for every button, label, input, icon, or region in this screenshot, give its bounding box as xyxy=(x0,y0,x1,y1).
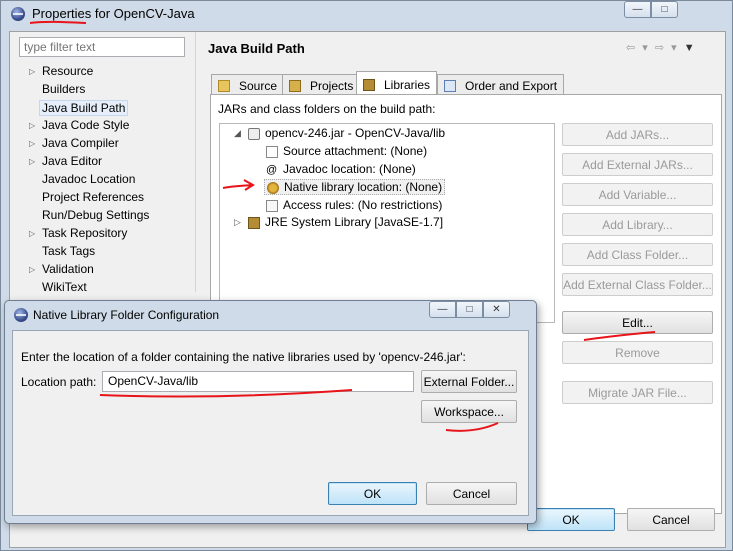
window-title-prefix: Properties xyxy=(32,6,92,21)
project-icon xyxy=(289,79,301,92)
jar-entry[interactable]: opencv-246.jar - OpenCV-Java/lib xyxy=(248,126,445,140)
expand-arrow-icon[interactable]: ▷ xyxy=(29,139,35,148)
dialog-ok-button[interactable]: OK xyxy=(328,482,417,505)
sidebar-item-task-tags[interactable]: Task Tags xyxy=(42,244,95,258)
sidebar-item-java-compiler[interactable]: Java Compiler xyxy=(42,136,119,150)
access-rules-label: Access rules: (No restrictions) xyxy=(283,198,443,212)
location-path-input[interactable]: OpenCV-Java/lib xyxy=(102,371,414,392)
expand-toggle[interactable]: ◢ xyxy=(234,128,241,139)
migrate-jar-button[interactable]: Migrate JAR File... xyxy=(562,381,713,404)
access-rules-icon xyxy=(266,199,278,212)
sidebar-item-resource[interactable]: Resource xyxy=(42,64,93,78)
javadoc-location-label: Javadoc location: (None) xyxy=(283,162,416,176)
source-attachment-label: Source attachment: (None) xyxy=(283,144,428,158)
dialog-maximize-button[interactable]: □ xyxy=(456,301,483,318)
source-attachment-entry[interactable]: Source attachment: (None) xyxy=(266,144,427,158)
workspace-button[interactable]: Workspace... xyxy=(421,400,517,423)
dialog-description: Enter the location of a folder containin… xyxy=(21,350,466,364)
tab-libraries-label: Libraries xyxy=(384,77,431,92)
sidebar-item-java-build-path[interactable]: Java Build Path xyxy=(39,100,129,116)
filter-input[interactable] xyxy=(19,37,185,57)
tab-source-label: Source xyxy=(239,78,278,93)
dialog-window-controls: — □ ✕ xyxy=(429,301,510,318)
native-library-entry[interactable]: Native library location: (None) xyxy=(264,179,446,195)
sidebar-item-wikitext[interactable]: WikiText xyxy=(42,280,87,294)
add-variable-button[interactable]: Add Variable... xyxy=(562,183,713,206)
dialog-title: Native Library Folder Configuration xyxy=(33,308,220,322)
window-controls: — □ xyxy=(624,1,678,18)
cancel-button[interactable]: Cancel xyxy=(627,508,715,531)
sidebar-item-validation[interactable]: Validation xyxy=(42,262,94,276)
source-attachment-icon xyxy=(266,145,278,158)
expand-arrow-icon[interactable]: ▷ xyxy=(29,157,35,166)
order-export-icon xyxy=(444,79,456,92)
libraries-icon xyxy=(363,78,375,91)
jre-entry[interactable]: JRE System Library [JavaSE-1.7] xyxy=(248,215,443,229)
maximize-button[interactable]: □ xyxy=(651,1,678,18)
add-class-folder-button[interactable]: Add Class Folder... xyxy=(562,243,713,266)
tab-order-export-label: Order and Export xyxy=(465,78,558,93)
expand-arrow-icon[interactable]: ▷ xyxy=(29,229,35,238)
sidebar-item-builders[interactable]: Builders xyxy=(42,82,85,96)
sidebar-item-task-repository[interactable]: Task Repository xyxy=(42,226,127,240)
dialog-client: Enter the location of a folder containin… xyxy=(12,330,529,516)
add-library-button[interactable]: Add Library... xyxy=(562,213,713,236)
add-external-jars-button[interactable]: Add External JARs... xyxy=(562,153,713,176)
javadoc-location-entry[interactable]: @ Javadoc location: (None) xyxy=(266,162,416,176)
jre-expand-toggle[interactable]: ▷ xyxy=(234,217,241,228)
tab-source[interactable]: Source xyxy=(211,74,285,94)
folder-icon xyxy=(218,79,230,92)
dialog-eclipse-icon xyxy=(14,308,28,322)
page-title: Java Build Path xyxy=(208,41,305,56)
external-folder-button[interactable]: External Folder... xyxy=(421,370,517,393)
dialog-minimize-button[interactable]: — xyxy=(429,301,456,318)
native-library-label: Native library location: (None) xyxy=(284,180,443,194)
window-title: Properties for OpenCV-Java xyxy=(32,6,195,21)
jre-label: JRE System Library [JavaSE-1.7] xyxy=(265,215,444,229)
ok-button[interactable]: OK xyxy=(527,508,615,531)
dialog-close-button[interactable]: ✕ xyxy=(483,301,510,318)
location-path-label: Location path: xyxy=(21,375,97,389)
native-library-icon xyxy=(267,181,279,194)
edit-button[interactable]: Edit... xyxy=(562,311,713,334)
dialog-cancel-button[interactable]: Cancel xyxy=(426,482,517,505)
sidebar-divider xyxy=(195,32,196,292)
minimize-button[interactable]: — xyxy=(624,1,651,18)
tab-projects-label: Projects xyxy=(310,78,354,93)
tab-order-export[interactable]: Order and Export xyxy=(437,74,565,94)
tab-projects[interactable]: Projects xyxy=(282,74,361,94)
sidebar-item-project-references[interactable]: Project References xyxy=(42,190,144,204)
native-library-dialog: Native Library Folder Configuration — □ … xyxy=(4,300,537,524)
window-title-suffix: for OpenCV-Java xyxy=(91,6,195,21)
tab-libraries[interactable]: Libraries xyxy=(356,71,438,95)
expand-arrow-icon[interactable]: ▷ xyxy=(29,67,35,76)
sidebar-item-run-debug-settings[interactable]: Run/Debug Settings xyxy=(42,208,149,222)
jar-icon xyxy=(248,127,260,140)
sidebar-item-java-code-style[interactable]: Java Code Style xyxy=(42,118,129,132)
jar-label: opencv-246.jar - OpenCV-Java/lib xyxy=(265,126,446,140)
javadoc-icon: @ xyxy=(266,163,278,176)
eclipse-icon xyxy=(11,7,25,21)
expand-arrow-icon[interactable]: ▷ xyxy=(29,265,35,274)
build-path-list[interactable]: ◢ opencv-246.jar - OpenCV-Java/lib Sourc… xyxy=(219,123,555,323)
add-external-class-folder-button[interactable]: Add External Class Folder... xyxy=(562,273,713,296)
sidebar-item-java-editor[interactable]: Java Editor xyxy=(42,154,102,168)
add-jars-button[interactable]: Add JARs... xyxy=(562,123,713,146)
jre-library-icon xyxy=(248,216,260,229)
panel-caption: JARs and class folders on the build path… xyxy=(218,102,436,116)
expand-arrow-icon[interactable]: ▷ xyxy=(29,121,35,130)
access-rules-entry[interactable]: Access rules: (No restrictions) xyxy=(266,198,442,212)
sidebar-item-javadoc-location[interactable]: Javadoc Location xyxy=(42,172,135,186)
remove-button[interactable]: Remove xyxy=(562,341,713,364)
nav-arrows[interactable]: ⇦ ▾ ⇨ ▾ ▼ xyxy=(626,41,697,54)
